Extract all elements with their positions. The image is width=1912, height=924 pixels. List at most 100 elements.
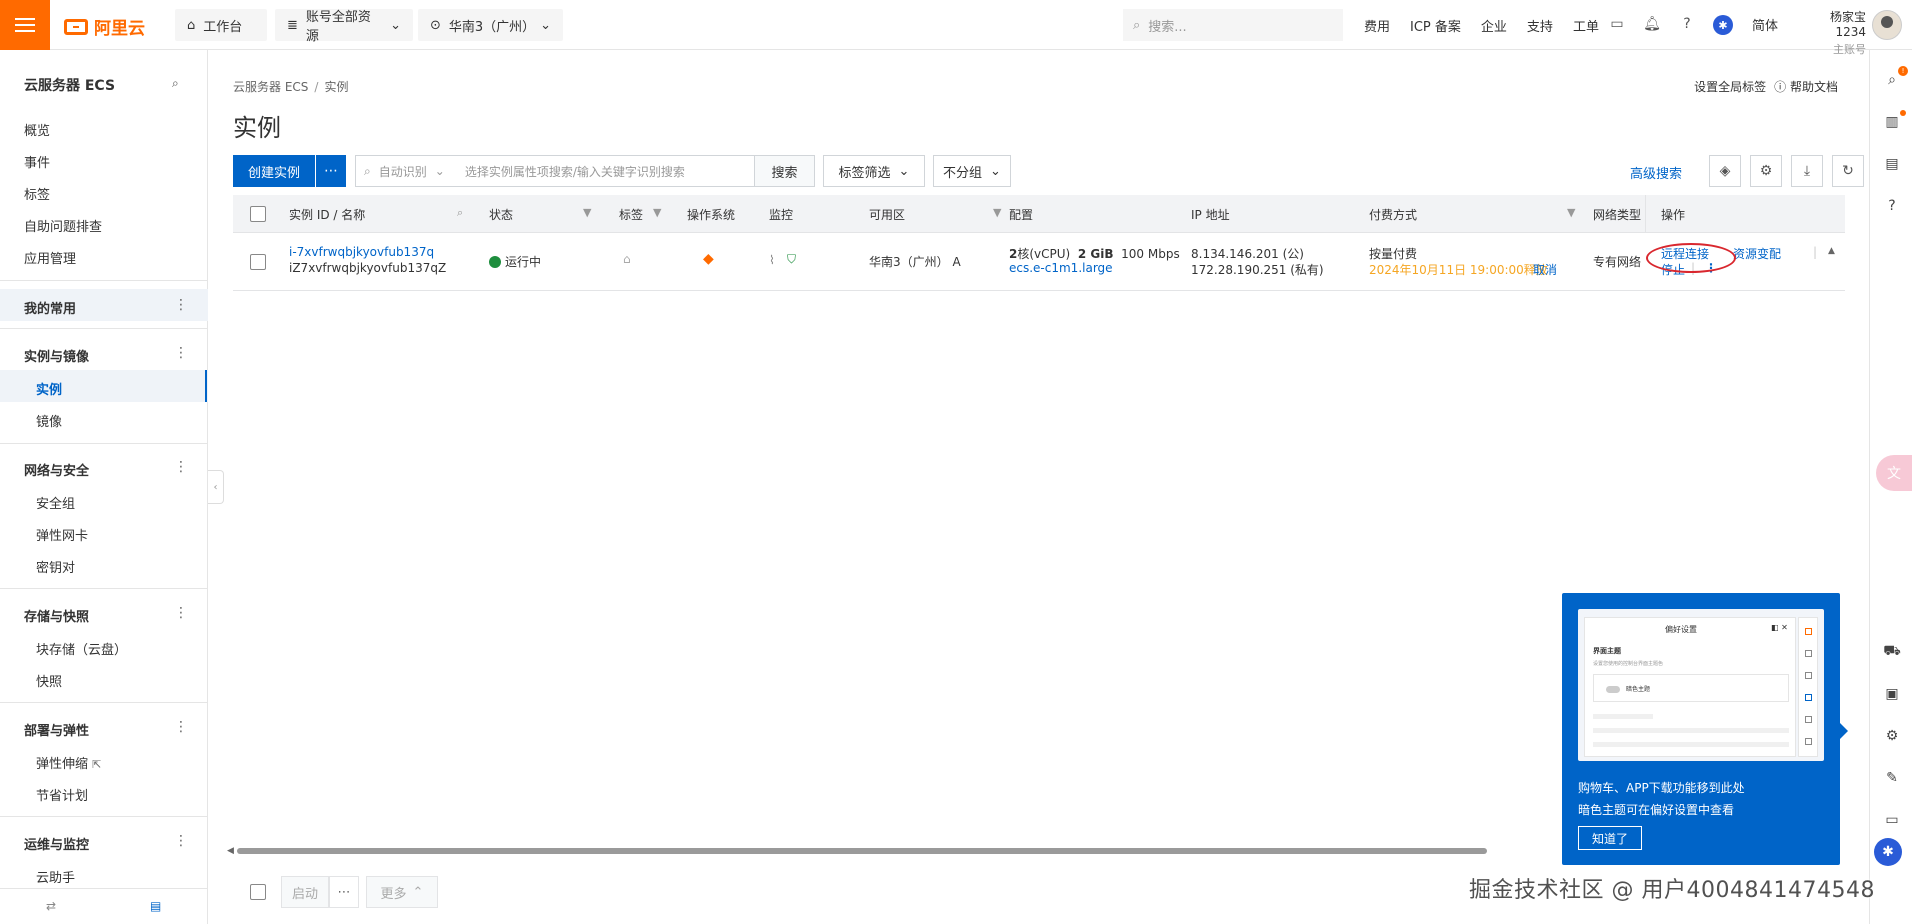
tag-filter-dropdown[interactable]: 标签筛选 ⌄ xyxy=(823,155,925,187)
sidebar-item-disk[interactable]: 块存储（云盘） xyxy=(36,639,127,658)
sidebar-item-image[interactable]: 镜像 xyxy=(36,411,62,430)
assistant-icon[interactable]: ✱ xyxy=(1713,15,1733,35)
menu-icon[interactable] xyxy=(0,0,50,50)
preview-title: 偏好设置 xyxy=(1665,625,1697,634)
global-tags-link[interactable]: 设置全局标签 xyxy=(1694,78,1766,95)
language-switch[interactable]: 简体 xyxy=(1750,15,1780,34)
sidebar-item-snapshot[interactable]: 快照 xyxy=(36,671,62,690)
workbench-button[interactable]: ⌂ 工作台 xyxy=(175,9,267,41)
avatar[interactable] xyxy=(1872,10,1902,40)
tag-icon[interactable]: ⌂ xyxy=(623,252,631,266)
more-dropdown[interactable]: 更多 ⌃ xyxy=(366,876,438,908)
sidebar-item-eni[interactable]: 弹性网卡 xyxy=(36,525,88,544)
shield-check-icon[interactable]: ⛉ xyxy=(787,252,796,267)
edit-icon[interactable]: ✎ xyxy=(1882,768,1902,788)
search-icon[interactable]: ⌕ xyxy=(172,76,179,91)
region-selector[interactable]: ⊙ 华南3（广州） ⌄ xyxy=(418,9,563,41)
search-button[interactable]: 搜索 xyxy=(755,155,815,187)
instance-search-input[interactable]: ⌕ 自动识别 ⌄ 选择实例属性项搜索/输入关键字识别搜索 xyxy=(355,155,755,187)
nav-billing[interactable]: 费用 xyxy=(1364,16,1390,35)
sidebar-item-tags[interactable]: 标签 xyxy=(24,184,50,203)
bell-icon[interactable]: 🔔︎ xyxy=(1643,15,1661,33)
brand-logo[interactable]: 阿里云 xyxy=(64,14,145,39)
sidebar-item-security-group[interactable]: 安全组 xyxy=(36,493,75,512)
book-icon[interactable]: ▥ xyxy=(1882,112,1902,132)
nav-enterprise[interactable]: 企业 xyxy=(1481,16,1507,35)
advanced-search-link[interactable]: 高级搜索 xyxy=(1630,163,1682,182)
cart-icon[interactable]: ⛟ xyxy=(1882,642,1902,662)
bulk-select-checkbox[interactable] xyxy=(250,884,266,900)
divider xyxy=(0,588,208,589)
filter-icon[interactable]: ▼ xyxy=(1567,206,1575,219)
sidebar-item-troubleshoot[interactable]: 自助问题排查 xyxy=(24,216,102,235)
sidebar-group-storage[interactable]: 存储与快照 xyxy=(24,606,89,625)
search-icon[interactable]: ⌕ xyxy=(457,206,463,220)
more-icon[interactable]: ⋮ xyxy=(174,605,188,621)
edit-icon xyxy=(1805,716,1812,723)
switch-icon[interactable]: ⇄ xyxy=(46,899,56,913)
row-checkbox[interactable] xyxy=(250,254,266,270)
scroll-up-arrow[interactable]: ▲ xyxy=(1828,246,1835,256)
create-instance-button[interactable]: 创建实例 xyxy=(233,155,315,187)
more-icon[interactable]: ⋮ xyxy=(174,297,188,313)
terminal-icon[interactable]: ▭ xyxy=(1608,15,1626,33)
sidebar-group-network[interactable]: 网络与安全 xyxy=(24,460,89,479)
sidebar-group-favorites[interactable]: 我的常用 xyxy=(24,298,76,317)
filter-icon[interactable]: ▼ xyxy=(583,206,591,219)
sidebar-item-overview[interactable]: 概览 xyxy=(24,120,50,139)
nav-icp[interactable]: ICP 备案 xyxy=(1410,16,1461,35)
instance-id-link[interactable]: i-7xvfrwqbjkyovfub137q xyxy=(289,245,434,259)
nav-support[interactable]: 支持 xyxy=(1527,16,1553,35)
translate-icon[interactable]: 文 xyxy=(1876,455,1912,491)
more-dots-button[interactable]: ⋯ xyxy=(329,876,359,908)
layers-icon[interactable]: ◈ xyxy=(1709,155,1741,187)
more-icon[interactable]: ⋮ xyxy=(174,459,188,475)
global-search-input[interactable]: ⌕ 搜索... xyxy=(1123,9,1343,41)
more-icon[interactable]: ⋮ xyxy=(174,345,188,361)
message-icon[interactable]: ▭ xyxy=(1882,810,1902,830)
assistant-float-icon[interactable]: ✱ xyxy=(1874,838,1902,866)
watermark: 掘金技术社区 @ 用户4004841474548 xyxy=(1469,878,1875,903)
create-more-button[interactable]: ⋯ xyxy=(316,155,346,187)
help-icon[interactable]: ? xyxy=(1678,15,1696,33)
scroll-left-arrow[interactable]: ◀ xyxy=(227,846,234,856)
nav-ticket[interactable]: 工单 xyxy=(1573,16,1599,35)
start-button[interactable]: 启动 xyxy=(281,876,329,908)
monitor-chart-icon[interactable]: ⌇ xyxy=(769,253,775,267)
sidebar-footer: ⇄ ▤ xyxy=(0,888,208,924)
sidebar-item-savings-plan[interactable]: 节省计划 xyxy=(36,785,88,804)
settings-icon[interactable]: ⚙ xyxy=(1750,155,1782,187)
cancel-release-link[interactable]: 取消 xyxy=(1533,261,1557,278)
more-icon[interactable]: ⋮ xyxy=(174,719,188,735)
chat-icon[interactable]: ▤ xyxy=(150,899,161,913)
help-icon[interactable]: ? xyxy=(1882,196,1902,216)
download-icon[interactable]: ⤓ xyxy=(1791,155,1823,187)
app-download-icon[interactable]: ▣ xyxy=(1882,684,1902,704)
more-icon[interactable]: ⋮ xyxy=(174,833,188,849)
sidebar-item-instance[interactable]: 实例 xyxy=(36,379,62,398)
gear-icon[interactable]: ⚙ xyxy=(1882,726,1902,746)
horizontal-scrollbar[interactable] xyxy=(237,848,1487,854)
resource-selector[interactable]: ≣ 账号全部资源 ⌄ xyxy=(275,9,413,44)
help-doc-link[interactable]: ⓘ 帮助文档 xyxy=(1774,78,1838,95)
resize-link[interactable]: 资源变配 xyxy=(1733,245,1781,262)
sidebar-item-autoscaling[interactable]: 弹性伸缩 ⇱ xyxy=(36,753,101,772)
sidebar-group-instances[interactable]: 实例与镜像 xyxy=(24,346,89,365)
sidebar-item-keypair[interactable]: 密钥对 xyxy=(36,557,75,576)
sidebar-item-events[interactable]: 事件 xyxy=(24,152,50,171)
sidebar-group-ops[interactable]: 运维与监控 xyxy=(24,834,89,853)
document-icon[interactable]: ▤ xyxy=(1882,154,1902,174)
select-all-checkbox[interactable] xyxy=(250,206,266,222)
breadcrumb-ecs[interactable]: 云服务器 ECS xyxy=(233,80,308,94)
cpu-unit: 核(vCPU) xyxy=(1017,247,1071,261)
sidebar-item-apps[interactable]: 应用管理 xyxy=(24,248,76,267)
filter-icon[interactable]: ▼ xyxy=(653,206,661,219)
sidebar-item-cloud-assistant[interactable]: 云助手 xyxy=(36,867,75,886)
group-dropdown[interactable]: 不分组 ⌄ xyxy=(933,155,1011,187)
sidebar-group-deploy[interactable]: 部署与弹性 xyxy=(24,720,89,739)
refresh-icon[interactable]: ↻ xyxy=(1832,155,1864,187)
instance-type-link[interactable]: ecs.e-c1m1.large xyxy=(1009,261,1113,275)
filter-icon[interactable]: ▼ xyxy=(993,206,1001,219)
got-it-button[interactable]: 知道了 xyxy=(1578,826,1642,850)
auto-detect-select[interactable]: 自动识别 xyxy=(379,163,427,180)
